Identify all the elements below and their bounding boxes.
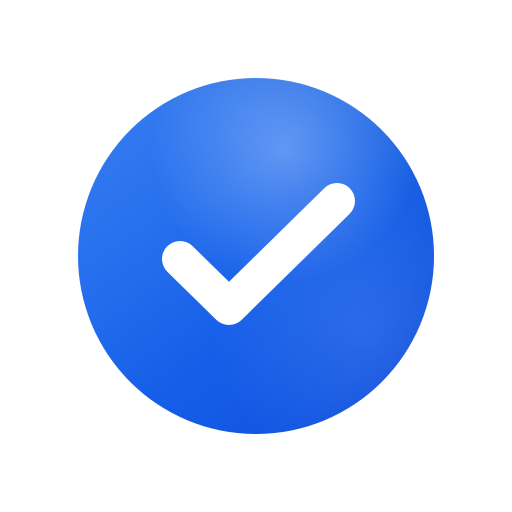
check-icon (162, 183, 355, 325)
app-icon-canvas (0, 0, 512, 512)
